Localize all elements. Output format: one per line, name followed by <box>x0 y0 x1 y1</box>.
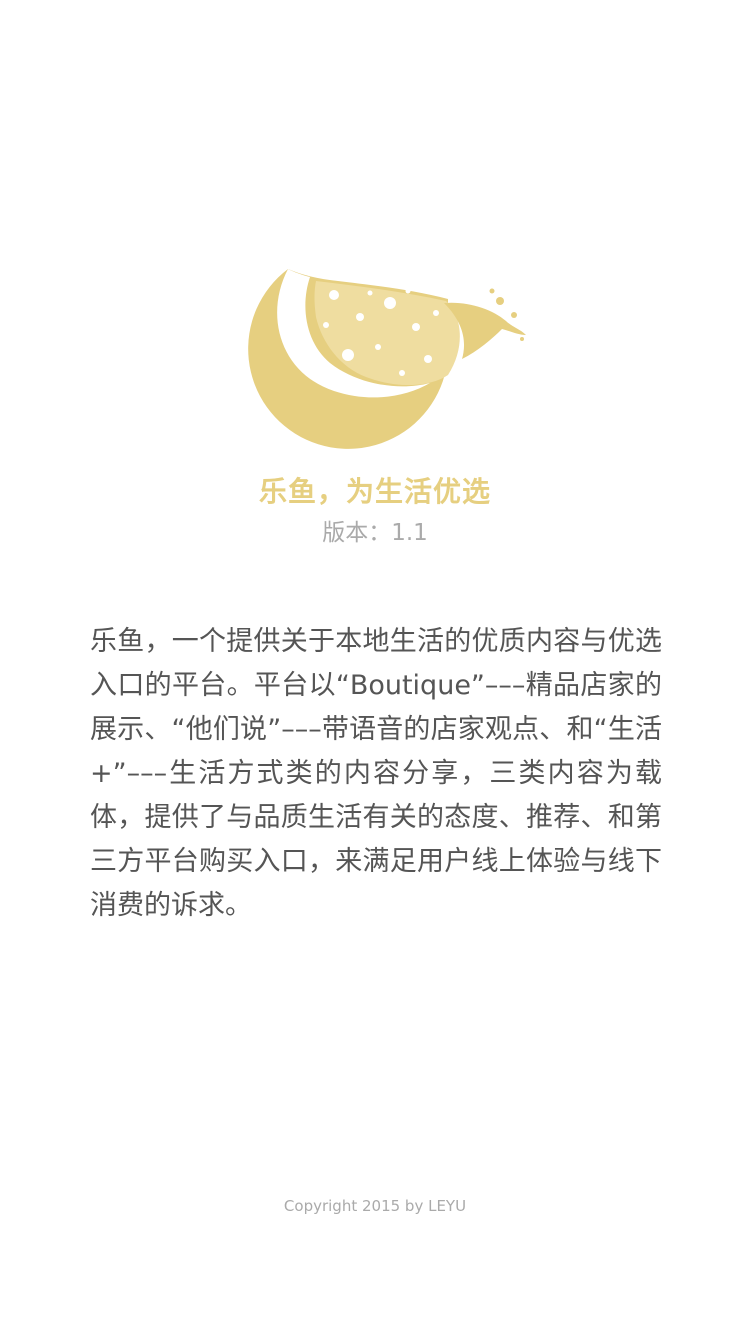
leyu-logo-icon <box>248 269 526 449</box>
brand-tagline: 乐鱼，为生活优选 <box>258 475 491 508</box>
version-label: 版本：1.1 <box>322 520 428 546</box>
copyright-footer: Copyright 2015 by LEYU <box>283 1197 467 1215</box>
about-description: 乐鱼，一个提供关于本地生活的优质内容与优选入口的平台。平台以“Boutique”… <box>90 626 662 921</box>
